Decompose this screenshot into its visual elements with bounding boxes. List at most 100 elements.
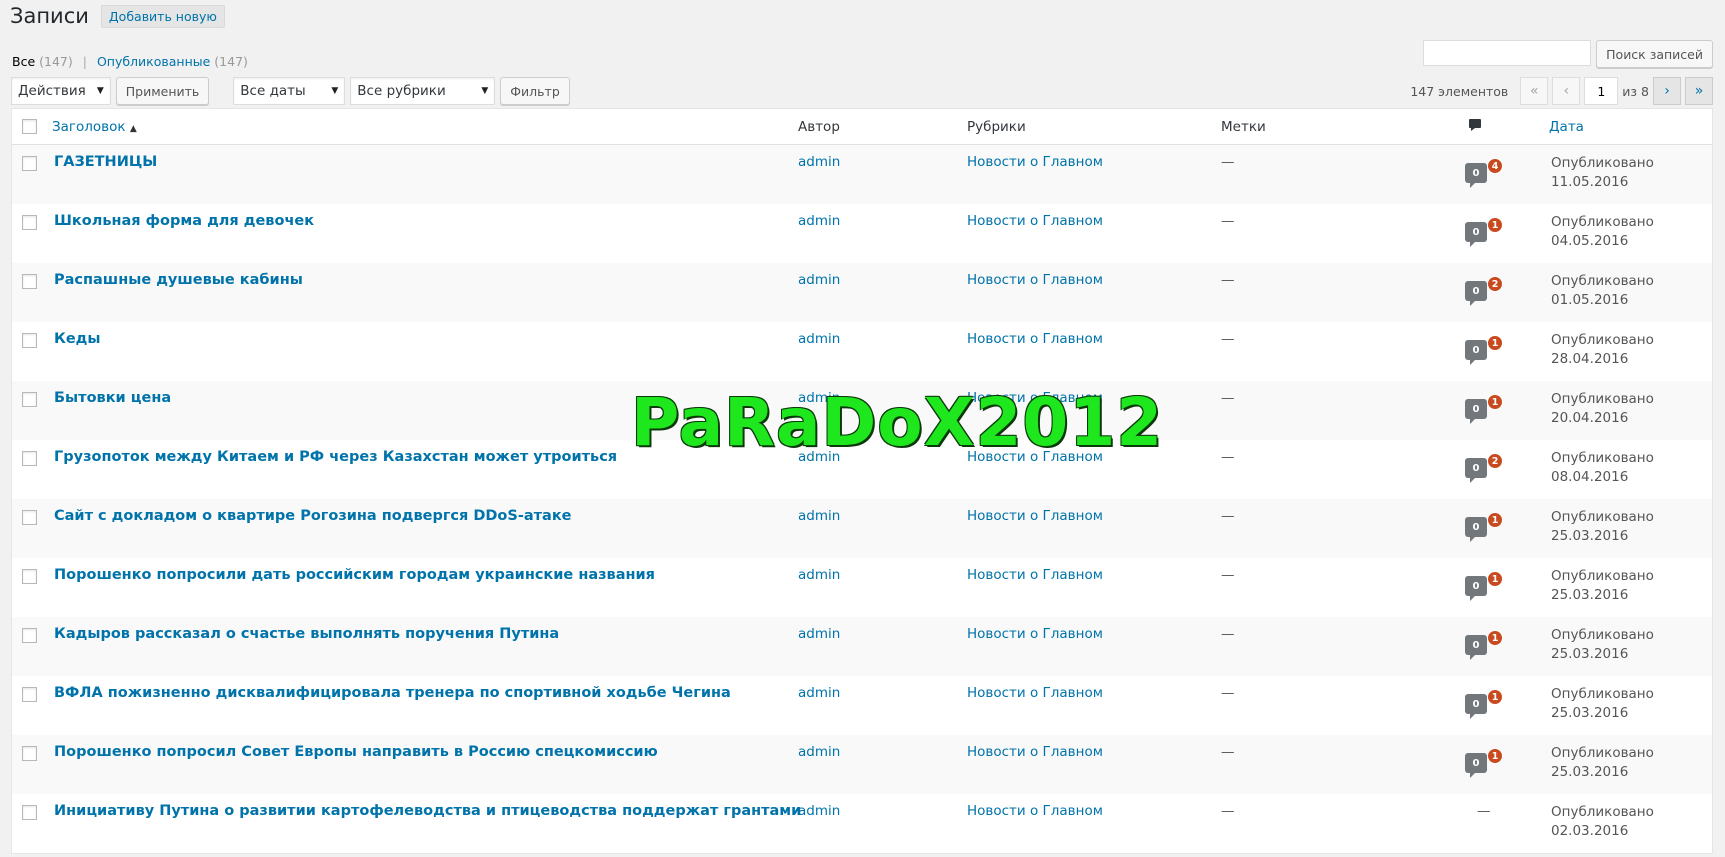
category-link[interactable]: Новости о Главном: [967, 626, 1103, 642]
post-title-link[interactable]: Распашные душевые кабины: [54, 272, 303, 288]
post-title-link[interactable]: Бытовки цена: [54, 390, 171, 406]
pending-comments-badge[interactable]: 1: [1487, 335, 1503, 351]
pending-comments-badge[interactable]: 2: [1487, 276, 1503, 292]
comments-count[interactable]: 04: [1465, 158, 1505, 188]
approved-comments-bubble[interactable]: 0: [1465, 635, 1487, 660]
row-checkbox[interactable]: [22, 510, 37, 525]
author-link[interactable]: admin: [798, 567, 840, 583]
category-link[interactable]: Новости о Главном: [967, 331, 1103, 347]
column-date-header[interactable]: Дата: [1549, 119, 1584, 135]
pending-comments-badge[interactable]: 1: [1487, 217, 1503, 233]
comments-count[interactable]: 01: [1465, 689, 1505, 719]
comments-count[interactable]: 01: [1465, 748, 1505, 778]
category-link[interactable]: Новости о Главном: [967, 272, 1103, 288]
pending-comments-badge[interactable]: 1: [1487, 512, 1503, 528]
row-checkbox[interactable]: [22, 392, 37, 407]
comments-count[interactable]: 02: [1465, 276, 1505, 306]
approved-comments-bubble[interactable]: 0: [1465, 222, 1487, 247]
author-link[interactable]: admin: [798, 331, 840, 347]
category-link[interactable]: Новости о Главном: [967, 685, 1103, 701]
row-checkbox[interactable]: [22, 628, 37, 643]
add-new-button[interactable]: Добавить новую: [100, 4, 225, 28]
search-posts-button[interactable]: Поиск записей: [1596, 40, 1713, 68]
post-title-link[interactable]: Кеды: [54, 331, 101, 347]
category-filter-select[interactable]: Все рубрики ▼: [350, 77, 496, 105]
row-checkbox[interactable]: [22, 569, 37, 584]
view-all-link[interactable]: Все: [12, 54, 35, 69]
comments-count[interactable]: 01: [1465, 630, 1505, 660]
author-link[interactable]: admin: [798, 449, 840, 465]
bulk-action-select[interactable]: Действия ▼: [11, 77, 111, 105]
column-title-header[interactable]: Заголовок ▲: [52, 119, 137, 135]
apply-button[interactable]: Применить: [115, 77, 210, 105]
category-link[interactable]: Новости о Главном: [967, 449, 1103, 465]
pending-comments-badge[interactable]: 2: [1487, 453, 1503, 469]
post-title-link[interactable]: Инициативу Путина о развитии картофелево…: [54, 803, 801, 819]
row-checkbox[interactable]: [22, 156, 37, 171]
row-checkbox[interactable]: [22, 687, 37, 702]
approved-comments-bubble[interactable]: 0: [1465, 399, 1487, 424]
approved-comments-bubble[interactable]: 0: [1465, 694, 1487, 719]
approved-comments-bubble[interactable]: 0: [1465, 340, 1487, 365]
comment-icon[interactable]: [1468, 118, 1482, 132]
row-checkbox[interactable]: [22, 333, 37, 348]
filter-button[interactable]: Фильтр: [500, 77, 570, 105]
select-all-checkbox[interactable]: [22, 119, 37, 134]
post-title-link[interactable]: Школьная форма для девочек: [54, 213, 314, 229]
last-page-button[interactable]: »: [1685, 77, 1713, 105]
row-checkbox[interactable]: [22, 805, 37, 820]
post-title-link[interactable]: Кадыров рассказал о счастье выполнять по…: [54, 626, 559, 642]
author-link[interactable]: admin: [798, 626, 840, 642]
comments-count[interactable]: 02: [1465, 453, 1505, 483]
category-link[interactable]: Новости о Главном: [967, 213, 1103, 229]
approved-comments-bubble[interactable]: 0: [1465, 163, 1487, 188]
category-link[interactable]: Новости о Главном: [967, 508, 1103, 524]
author-link[interactable]: admin: [798, 685, 840, 701]
category-link[interactable]: Новости о Главном: [967, 154, 1103, 170]
pending-comments-badge[interactable]: 1: [1487, 748, 1503, 764]
comments-count[interactable]: 01: [1465, 394, 1505, 424]
row-checkbox[interactable]: [22, 451, 37, 466]
pending-comments-badge[interactable]: 4: [1487, 158, 1503, 174]
post-title-link[interactable]: Грузопоток между Китаем и РФ через Казах…: [54, 449, 617, 465]
date-filter-select[interactable]: Все даты ▼: [233, 77, 346, 105]
prev-page-button[interactable]: ‹: [1552, 77, 1581, 105]
comments-count[interactable]: 01: [1465, 512, 1505, 542]
post-title-link[interactable]: Порошенко попросил Совет Европы направит…: [54, 744, 658, 760]
author-link[interactable]: admin: [798, 390, 840, 406]
pending-comments-badge[interactable]: 1: [1487, 571, 1503, 587]
author-link[interactable]: admin: [798, 272, 840, 288]
post-title-link[interactable]: ВФЛА пожизненно дисквалифицировала трене…: [54, 685, 731, 701]
pending-comments-badge[interactable]: 1: [1487, 394, 1503, 410]
category-link[interactable]: Новости о Главном: [967, 744, 1103, 760]
approved-comments-bubble[interactable]: 0: [1465, 576, 1487, 601]
author-link[interactable]: admin: [798, 803, 840, 819]
next-page-button[interactable]: ›: [1653, 77, 1681, 105]
post-title-link[interactable]: ГАЗЕТНИЦЫ: [54, 154, 157, 170]
author-link[interactable]: admin: [798, 744, 840, 760]
approved-comments-bubble[interactable]: 0: [1465, 517, 1487, 542]
category-link[interactable]: Новости о Главном: [967, 567, 1103, 583]
category-link[interactable]: Новости о Главном: [967, 390, 1103, 406]
row-checkbox[interactable]: [22, 215, 37, 230]
author-link[interactable]: admin: [798, 213, 840, 229]
approved-comments-bubble[interactable]: 0: [1465, 753, 1487, 778]
current-page-input[interactable]: [1584, 77, 1619, 105]
row-checkbox[interactable]: [22, 274, 37, 289]
approved-comments-bubble[interactable]: 0: [1465, 281, 1487, 306]
pending-comments-badge[interactable]: 1: [1487, 689, 1503, 705]
author-link[interactable]: admin: [798, 508, 840, 524]
approved-comments-bubble[interactable]: 0: [1465, 458, 1487, 483]
view-published-link[interactable]: Опубликованные: [97, 54, 210, 69]
pending-comments-badge[interactable]: 1: [1487, 630, 1503, 646]
comments-count[interactable]: 01: [1465, 217, 1505, 247]
author-link[interactable]: admin: [798, 154, 840, 170]
comments-count[interactable]: 01: [1465, 335, 1505, 365]
first-page-button[interactable]: «: [1520, 77, 1549, 105]
comments-count[interactable]: 01: [1465, 571, 1505, 601]
category-link[interactable]: Новости о Главном: [967, 803, 1103, 819]
post-title-link[interactable]: Сайт с докладом о квартире Рогозина подв…: [54, 508, 572, 524]
post-title-link[interactable]: Порошенко попросили дать российским горо…: [54, 567, 655, 583]
row-checkbox[interactable]: [22, 746, 37, 761]
search-input[interactable]: [1423, 40, 1592, 66]
